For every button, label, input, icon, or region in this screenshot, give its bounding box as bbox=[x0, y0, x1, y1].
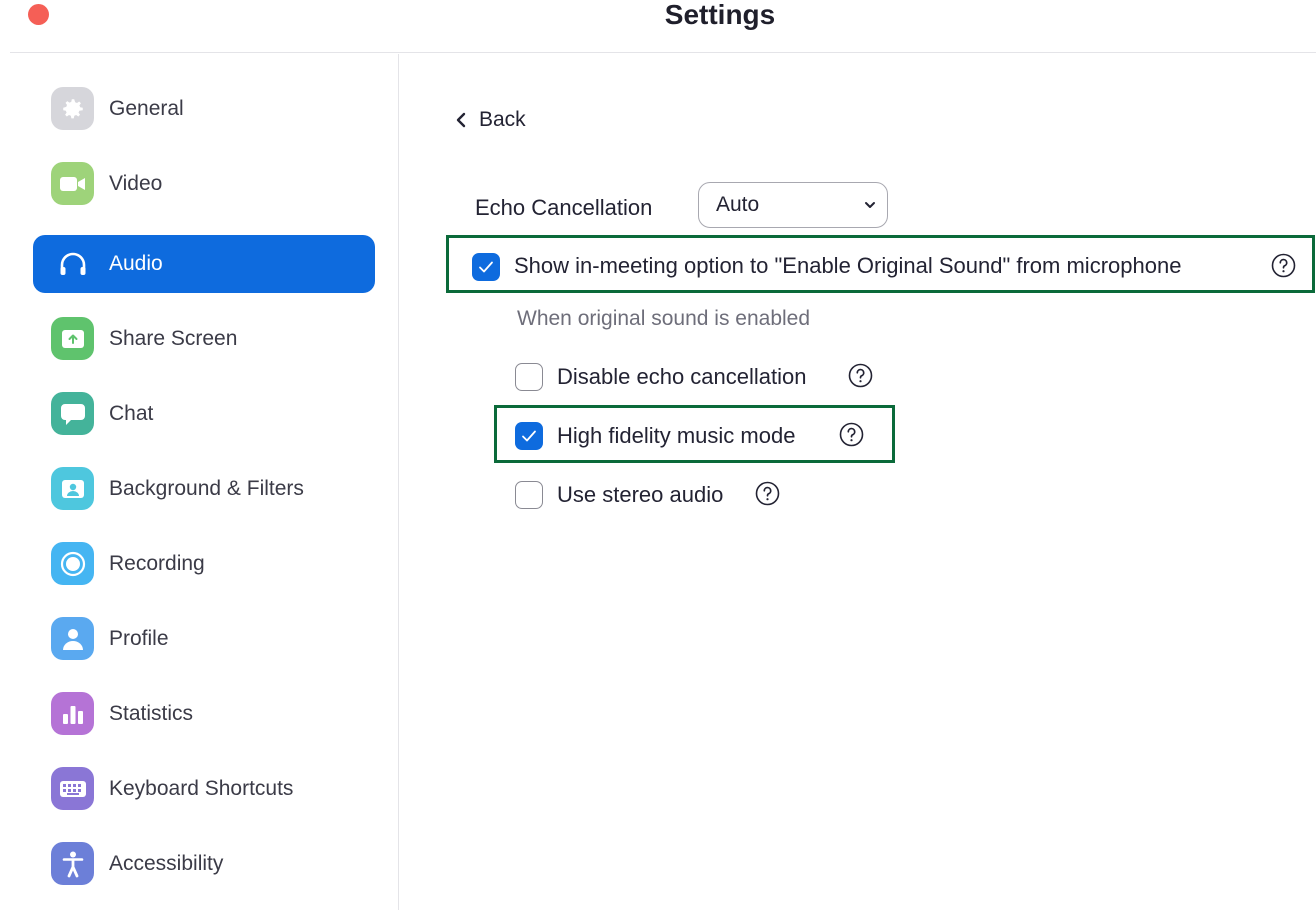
sidebar-item-accessibility[interactable]: Accessibility bbox=[33, 835, 375, 893]
help-icon[interactable] bbox=[848, 363, 873, 388]
sidebar-item-label: Chat bbox=[109, 402, 154, 425]
sidebar-item-label: Background & Filters bbox=[109, 477, 304, 500]
background-person-icon bbox=[51, 467, 94, 510]
sidebar-item-recording[interactable]: Recording bbox=[33, 535, 375, 593]
stereo-audio-label: Use stereo audio bbox=[557, 482, 724, 507]
help-icon[interactable] bbox=[839, 422, 864, 447]
sidebar-item-statistics[interactable]: Statistics bbox=[33, 685, 375, 743]
original-sound-label: Show in-meeting option to "Enable Origin… bbox=[514, 253, 1182, 278]
title-divider bbox=[10, 52, 1316, 53]
sidebar-item-label: Video bbox=[109, 172, 163, 195]
sidebar-item-share-screen[interactable]: Share Screen bbox=[33, 310, 375, 368]
echo-cancellation-select[interactable]: Auto bbox=[698, 182, 888, 228]
person-icon bbox=[51, 617, 94, 660]
record-icon bbox=[51, 542, 94, 585]
sidebar-item-label: Statistics bbox=[109, 702, 194, 725]
sidebar-item-label: Keyboard Shortcuts bbox=[109, 777, 294, 800]
sidebar-item-label: Recording bbox=[109, 552, 205, 575]
sidebar-item-keyboard-shortcuts[interactable]: Keyboard Shortcuts bbox=[33, 760, 375, 818]
gear-icon bbox=[51, 87, 94, 130]
back-button[interactable]: Back bbox=[455, 104, 526, 136]
original-sound-checkbox[interactable] bbox=[472, 253, 500, 281]
help-icon[interactable] bbox=[1271, 253, 1296, 278]
echo-cancellation-value: Auto bbox=[716, 193, 760, 216]
window-title: Settings bbox=[664, 0, 776, 30]
sidebar-item-chat[interactable]: Chat bbox=[33, 385, 375, 443]
sidebar-item-profile[interactable]: Profile bbox=[33, 610, 375, 668]
sidebar-item-label: Profile bbox=[109, 627, 169, 650]
sidebar-item-label: Share Screen bbox=[109, 327, 238, 350]
back-label: Back bbox=[479, 108, 526, 131]
audio-settings-panel: Back Echo Cancellation Auto Show in-meet… bbox=[399, 54, 1316, 910]
sidebar-item-video[interactable]: Video bbox=[33, 155, 375, 213]
sidebar: General Video Audio Share Screen Chat Ba… bbox=[0, 54, 399, 910]
chevron-left-icon bbox=[456, 112, 466, 128]
disable-echo-checkbox[interactable] bbox=[515, 363, 543, 391]
sidebar-item-label: Audio bbox=[109, 252, 163, 275]
sidebar-item-background-filters[interactable]: Background & Filters bbox=[33, 460, 375, 518]
high-fidelity-checkbox[interactable] bbox=[515, 422, 543, 450]
camera-icon bbox=[51, 162, 94, 205]
bar-chart-icon bbox=[51, 692, 94, 735]
sidebar-item-label: General bbox=[109, 97, 184, 120]
title-bar: Settings bbox=[0, 0, 1316, 54]
echo-cancellation-label: Echo Cancellation bbox=[475, 195, 653, 220]
stereo-audio-checkbox[interactable] bbox=[515, 481, 543, 509]
help-icon[interactable] bbox=[755, 481, 780, 506]
high-fidelity-label: High fidelity music mode bbox=[557, 423, 796, 448]
disable-echo-label: Disable echo cancellation bbox=[557, 364, 807, 389]
keyboard-icon bbox=[51, 767, 94, 810]
original-sound-subheading: When original sound is enabled bbox=[517, 307, 811, 330]
chevron-down-icon bbox=[865, 202, 875, 208]
chat-bubble-icon bbox=[51, 392, 94, 435]
checkmark-icon bbox=[522, 430, 536, 442]
checkmark-icon bbox=[479, 261, 493, 273]
sidebar-item-audio[interactable]: Audio bbox=[33, 235, 375, 293]
sidebar-item-label: Accessibility bbox=[109, 852, 224, 875]
headphones-icon bbox=[51, 242, 94, 285]
share-screen-icon bbox=[51, 317, 94, 360]
sidebar-item-general[interactable]: General bbox=[33, 80, 375, 138]
accessibility-icon bbox=[51, 842, 94, 885]
